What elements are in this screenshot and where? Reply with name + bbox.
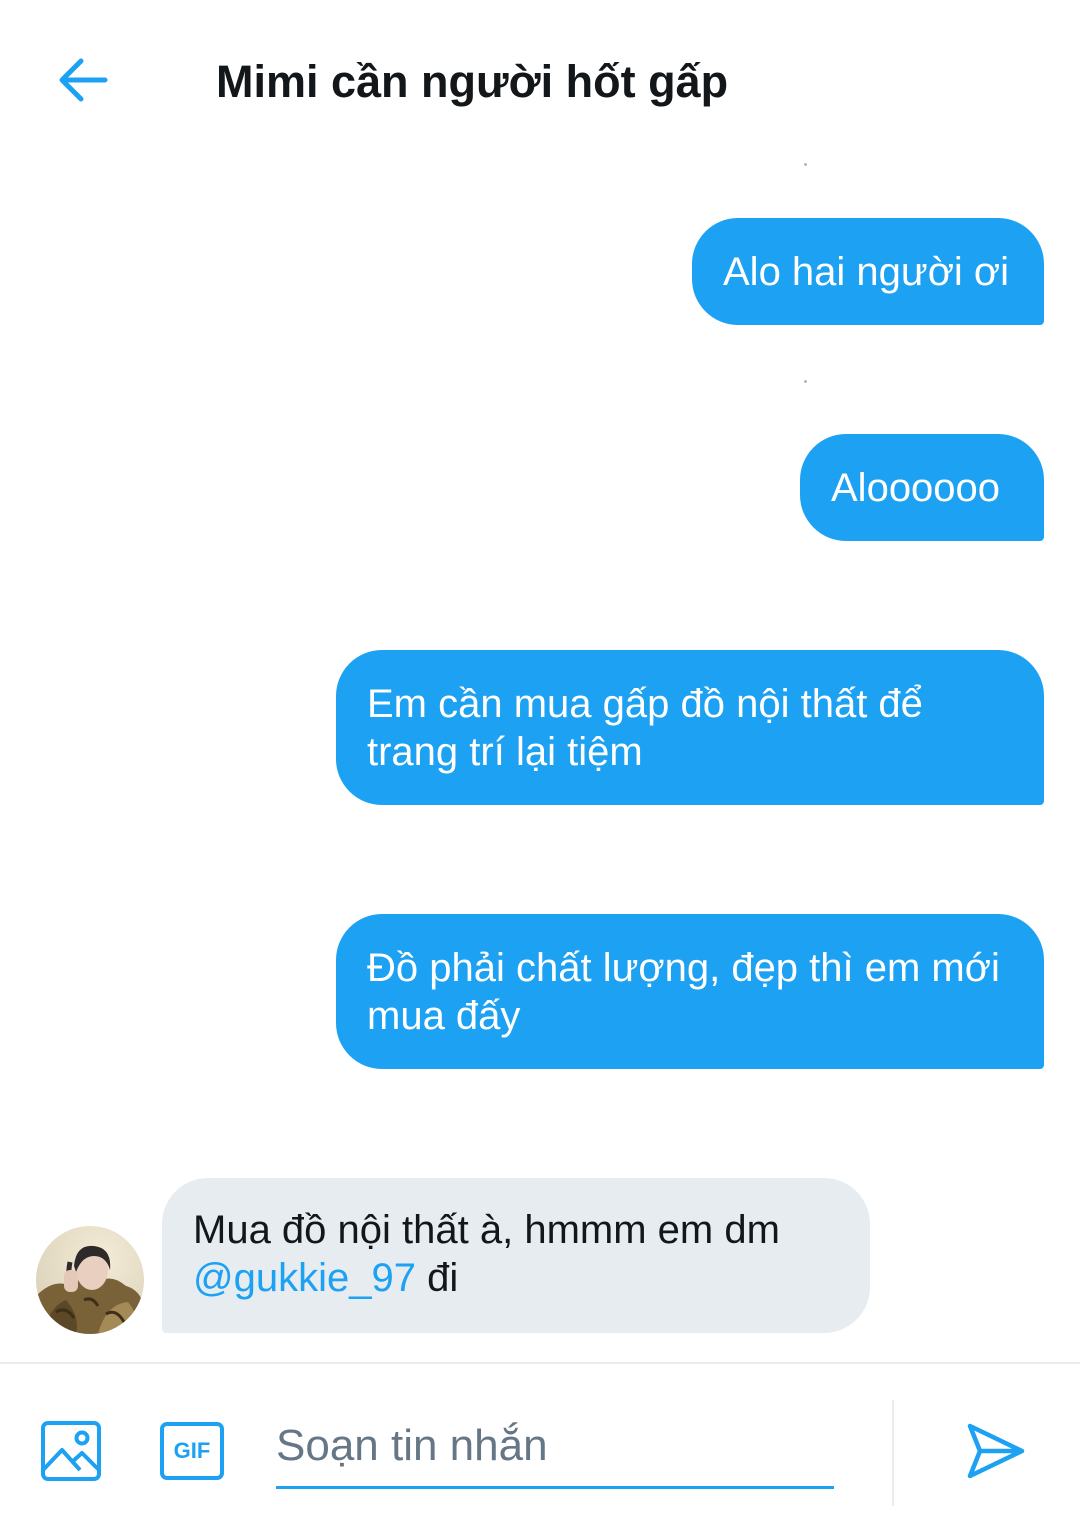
message-input[interactable]: [276, 1406, 834, 1489]
message-bubble-incoming[interactable]: Mua đồ nội thất à, hmmm em dm @gukkie_97…: [162, 1178, 870, 1333]
message-bubble-outgoing[interactable]: Alo hai người ơi: [692, 218, 1044, 325]
image-icon: [41, 1421, 101, 1481]
gif-label: GIF: [173, 1438, 211, 1463]
message-separator-dot: [804, 380, 807, 383]
dm-conversation-screen: Mimi cần người hốt gấp Alo hai người ơi …: [0, 0, 1080, 1526]
conversation-header: Mimi cần người hốt gấp: [0, 0, 1080, 160]
avatar[interactable]: [36, 1226, 144, 1334]
message-bubble-outgoing[interactable]: Em cần mua gấp đồ nội thất để trang trí …: [336, 650, 1044, 805]
user-mention-link[interactable]: @gukkie_97: [193, 1256, 416, 1300]
avatar-image: [36, 1226, 144, 1334]
send-button[interactable]: [958, 1414, 1032, 1488]
add-photo-button[interactable]: [36, 1416, 106, 1486]
message-bubble-outgoing[interactable]: Đồ phải chất lượng, đẹp thì em mới mua đ…: [336, 914, 1044, 1069]
message-text: Mua đồ nội thất à, hmmm em dm: [193, 1208, 780, 1252]
composer-divider: [892, 1400, 894, 1506]
message-text: Aloooooo: [831, 466, 1001, 510]
conversation-title: Mimi cần người hốt gấp: [216, 56, 729, 107]
message-text: Đồ phải chất lượng, đẹp thì em mới mua đ…: [367, 946, 1000, 1038]
message-text: Alo hai người ơi: [723, 250, 1010, 294]
send-icon: [967, 1423, 1025, 1479]
message-text: Em cần mua gấp đồ nội thất để trang trí …: [367, 682, 923, 774]
message-separator-dot: [804, 163, 807, 166]
message-bubble-outgoing[interactable]: Aloooooo: [800, 434, 1044, 541]
arrow-left-icon: [59, 58, 108, 102]
message-text: đi: [415, 1256, 459, 1300]
add-gif-button[interactable]: GIF: [156, 1416, 228, 1486]
back-button[interactable]: [50, 50, 116, 110]
message-composer: GIF: [0, 1362, 1080, 1526]
